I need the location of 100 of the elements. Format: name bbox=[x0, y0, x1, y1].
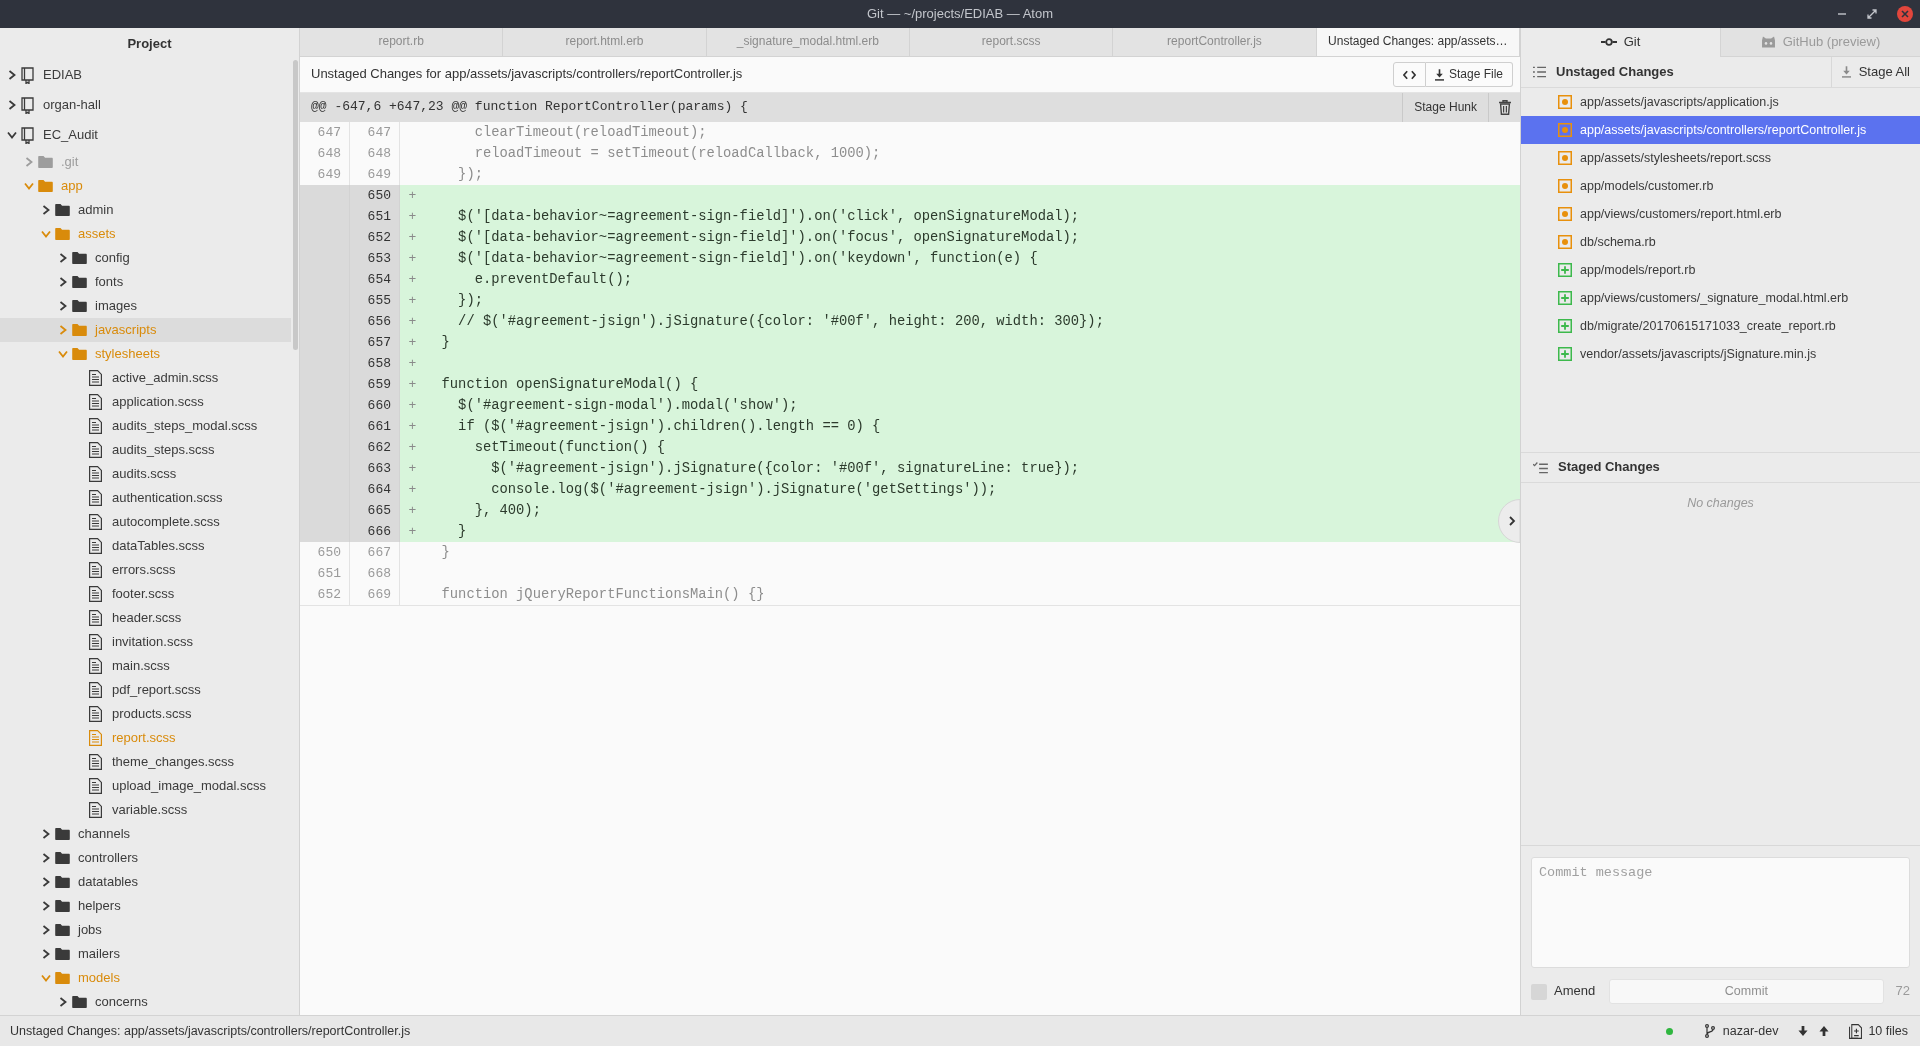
diff-sign: + bbox=[407, 355, 418, 373]
section-title: Unstaged Changes bbox=[1556, 63, 1674, 81]
commit-message-field[interactable]: Commit message bbox=[1531, 857, 1910, 968]
code-line: function openSignatureModal() { bbox=[440, 376, 699, 394]
code-view-button[interactable] bbox=[1392, 62, 1426, 87]
tree-item[interactable]: config bbox=[0, 246, 291, 270]
tree-item[interactable]: main.scss bbox=[0, 654, 291, 678]
tree-item[interactable]: header.scss bbox=[0, 606, 291, 630]
tree-item[interactable]: active_admin.scss bbox=[0, 366, 291, 390]
diff-sign: + bbox=[407, 376, 418, 394]
changed-file-item[interactable]: db/migrate/20170615171033_create_report.rb bbox=[1521, 312, 1920, 340]
stage-all-button[interactable]: Stage All bbox=[1830, 57, 1920, 87]
chevron-right-icon[interactable] bbox=[59, 277, 67, 287]
tree-item[interactable]: images bbox=[0, 294, 291, 318]
tree-item[interactable]: jobs bbox=[0, 918, 291, 942]
tree-item[interactable]: footer.scss bbox=[0, 582, 291, 606]
commit-icon bbox=[1600, 38, 1617, 46]
tree-item[interactable]: fonts bbox=[0, 270, 291, 294]
chevron-right-icon[interactable] bbox=[59, 253, 67, 263]
file-icon bbox=[89, 802, 102, 818]
scrollbar[interactable] bbox=[293, 60, 298, 350]
changed-file-item[interactable]: vendor/assets/javascripts/jSignature.min.js bbox=[1521, 340, 1920, 368]
tree-item[interactable]: products.scss bbox=[0, 702, 291, 726]
tree-item[interactable]: audits_steps.scss bbox=[0, 438, 291, 462]
chevron-right-icon[interactable] bbox=[8, 100, 16, 110]
tree-item[interactable]: pdf_report.scss bbox=[0, 678, 291, 702]
tree-item[interactable]: EDIAB bbox=[0, 60, 291, 90]
tree-item[interactable]: errors.scss bbox=[0, 558, 291, 582]
chevron-right-icon[interactable] bbox=[42, 925, 50, 935]
stage-hunk-button[interactable]: Stage Hunk bbox=[1402, 93, 1489, 122]
branch-name[interactable]: nazar-dev bbox=[1722, 1022, 1779, 1040]
tree-item[interactable]: theme_changes.scss bbox=[0, 750, 291, 774]
code-icon bbox=[1402, 69, 1416, 80]
tree-item[interactable]: variable.scss bbox=[0, 798, 291, 822]
tree-item[interactable]: organ-hall bbox=[0, 90, 291, 120]
tree-item[interactable]: authentication.scss bbox=[0, 486, 291, 510]
file-icon bbox=[89, 370, 102, 386]
chevron-right-icon[interactable] bbox=[42, 877, 50, 887]
code-line: $('[data-behavior~=agreement-sign-field]').on('click', openSignatureModal); bbox=[457, 208, 1080, 226]
square-plus-icon bbox=[1558, 263, 1572, 277]
tree-item[interactable]: audits_steps_modal.scss bbox=[0, 414, 291, 438]
changed-file-item[interactable]: app/views/customers/_signature_modal.html.erb bbox=[1521, 284, 1920, 312]
code-line: console.log($('#agreement-jsign').jSignature('getSettings')); bbox=[490, 481, 997, 499]
tree-item[interactable]: admin bbox=[0, 198, 291, 222]
changed-files-count[interactable]: 10 files bbox=[1868, 1022, 1908, 1040]
changed-file-item[interactable]: db/schema.rb bbox=[1521, 228, 1920, 256]
diff-sign: + bbox=[407, 208, 418, 226]
code-line: }); bbox=[457, 292, 483, 310]
chevron-right-icon[interactable] bbox=[42, 949, 50, 959]
editor-tab[interactable]: Unstaged Changes: app/assets… bbox=[1316, 28, 1520, 56]
chevron-right-icon[interactable] bbox=[8, 70, 16, 80]
tree-item[interactable]: invitation.scss bbox=[0, 630, 291, 654]
line-number: 654 bbox=[350, 269, 400, 290]
folder-icon bbox=[72, 252, 87, 264]
folder-icon bbox=[72, 276, 87, 288]
tree-item[interactable]: audits.scss bbox=[0, 462, 291, 486]
line-number: 648 bbox=[350, 143, 400, 164]
line-number: 651 bbox=[300, 563, 350, 584]
chevron-right-icon[interactable] bbox=[59, 301, 67, 311]
maximize-icon[interactable] bbox=[1867, 9, 1877, 19]
tree-item[interactable]: datatables bbox=[0, 870, 291, 894]
changed-file-item[interactable]: app/models/customer.rb bbox=[1521, 172, 1920, 200]
download-icon bbox=[1841, 66, 1851, 78]
line-number: 652 bbox=[300, 584, 350, 605]
folder-icon bbox=[72, 300, 87, 312]
chevron-right-icon[interactable] bbox=[42, 205, 50, 215]
chevron-right-icon[interactable] bbox=[42, 829, 50, 839]
tree-item[interactable]: application.scss bbox=[0, 390, 291, 414]
tree-item[interactable]: autocomplete.scss bbox=[0, 510, 291, 534]
chevron-right-icon[interactable] bbox=[59, 997, 67, 1007]
branch-icon[interactable] bbox=[1704, 1024, 1715, 1038]
tree-item[interactable]: EC_Audit bbox=[0, 120, 291, 150]
changed-file-item[interactable]: app/assets/javascripts/controllers/reportController.js bbox=[1521, 116, 1920, 144]
tree-item[interactable]: controllers bbox=[0, 846, 291, 870]
changed-file-item[interactable]: app/assets/stylesheets/report.scss bbox=[1521, 144, 1920, 172]
tree-item[interactable]: mailers bbox=[0, 942, 291, 966]
file-diff-icon[interactable] bbox=[1849, 1023, 1863, 1039]
close-icon[interactable] bbox=[1897, 6, 1913, 22]
chevron-right-icon[interactable] bbox=[42, 853, 50, 863]
trash-icon[interactable] bbox=[1499, 100, 1511, 115]
tree-item[interactable]: helpers bbox=[0, 894, 291, 918]
tree-item[interactable]: concerns bbox=[0, 990, 291, 1014]
arrow-up-icon[interactable] bbox=[1819, 1026, 1830, 1036]
square-plus-icon bbox=[1558, 291, 1572, 305]
code-line: $('#agreement-jsign').jSignature({color: '#00f', signatureLine: true}); bbox=[490, 460, 1080, 478]
chevron-right-icon[interactable] bbox=[42, 901, 50, 911]
line-number: 659 bbox=[350, 374, 400, 395]
dock-toggle-icon[interactable] bbox=[1498, 499, 1520, 543]
tree-item[interactable]: upload_image_modal.scss bbox=[0, 774, 291, 798]
line-number: 662 bbox=[350, 437, 400, 458]
tree-item[interactable]: dataTables.scss bbox=[0, 534, 291, 558]
tree-item[interactable]: channels bbox=[0, 822, 291, 846]
stage-file-button[interactable]: Stage File bbox=[1425, 62, 1513, 87]
file-icon bbox=[89, 778, 102, 794]
changed-file-item[interactable]: app/models/report.rb bbox=[1521, 256, 1920, 284]
changed-file-item[interactable]: app/assets/javascripts/application.js bbox=[1521, 88, 1920, 116]
changed-file-item[interactable]: app/views/customers/report.html.erb bbox=[1521, 200, 1920, 228]
arrow-down-icon[interactable] bbox=[1798, 1026, 1809, 1036]
chevron-down-icon[interactable] bbox=[7, 131, 17, 139]
diff-sign: + bbox=[407, 439, 418, 457]
